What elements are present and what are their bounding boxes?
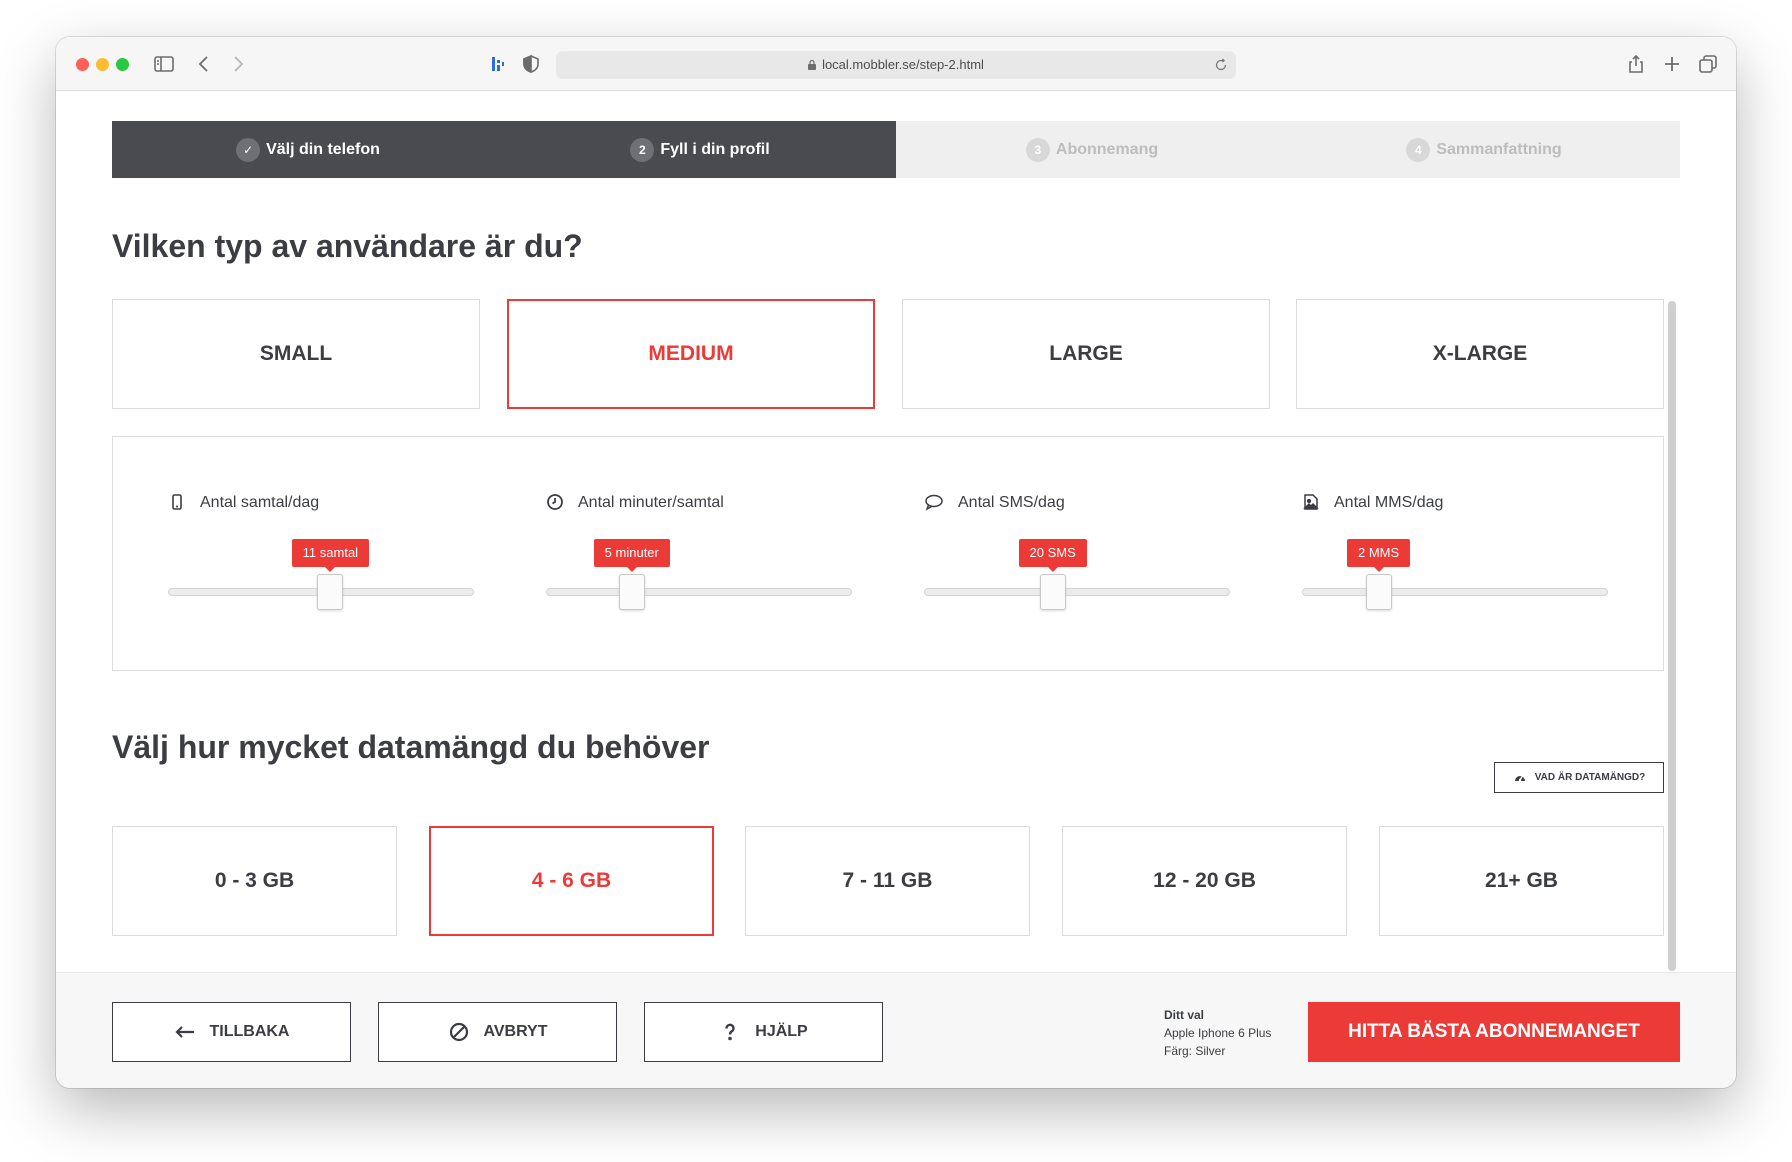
slider-minutes-value: 5 minuter xyxy=(593,539,670,572)
slider-sms-label: Antal SMS/dag xyxy=(924,493,1065,513)
what-is-data-button[interactable]: VAD ÄR DATAMÄNGD? xyxy=(1494,762,1664,793)
back-button[interactable]: TILLBAKA xyxy=(112,1002,351,1062)
slider-mms-track[interactable] xyxy=(1302,588,1608,596)
browser-window: local.mobbler.se/step-2.html ✓ Välj din … xyxy=(56,37,1736,1088)
step-2-label: Fyll i din profil xyxy=(660,140,770,158)
usage-sliders-panel: Antal samtal/dag 11 samtal Antal minuter… xyxy=(112,436,1664,671)
progress-stepper: ✓ Välj din telefon 2 Fyll i din profil 3… xyxy=(112,121,1680,178)
data-amount-heading: Välj hur mycket datamängd du behöver xyxy=(112,729,710,765)
sidebar-toggle-icon[interactable] xyxy=(152,52,176,76)
arrow-left-icon xyxy=(174,1021,196,1043)
clock-icon xyxy=(546,493,566,513)
url-text: local.mobbler.se/step-2.html xyxy=(822,57,984,72)
choice-phone: Apple Iphone 6 Plus xyxy=(1164,1026,1272,1040)
data-option-21-plus[interactable]: 21+ GB xyxy=(1379,826,1664,936)
step-3-number: 3 xyxy=(1025,137,1050,162)
new-tab-icon[interactable] xyxy=(1660,52,1684,76)
slider-calls: Antal samtal/dag 11 samtal xyxy=(168,437,478,670)
address-bar[interactable]: local.mobbler.se/step-2.html xyxy=(556,51,1236,79)
minimize-window-button[interactable] xyxy=(96,58,109,71)
forward-nav-icon[interactable] xyxy=(226,52,250,76)
choice-color: Färg: Silver xyxy=(1164,1044,1226,1058)
slider-minutes-label: Antal minuter/samtal xyxy=(546,493,724,513)
slider-mms: Antal MMS/dag 2 MMS xyxy=(1302,437,1612,670)
privacy-shield-icon[interactable] xyxy=(519,52,543,76)
slider-minutes-handle[interactable] xyxy=(618,574,645,610)
step-2-number: 2 xyxy=(630,137,655,162)
page-scrollbar[interactable] xyxy=(1668,301,1676,971)
cancel-circle-icon xyxy=(448,1021,470,1043)
step-3-label: Abonnemang xyxy=(1055,140,1159,158)
maximize-window-button[interactable] xyxy=(116,58,129,71)
user-type-medium[interactable]: MEDIUM xyxy=(507,299,875,409)
slider-mms-label: Antal MMS/dag xyxy=(1302,493,1443,513)
cancel-button[interactable]: AVBRYT xyxy=(378,1002,617,1062)
slider-sms-value: 20 SMS xyxy=(1018,539,1087,572)
close-window-button[interactable] xyxy=(76,58,89,71)
slider-minutes-track[interactable] xyxy=(546,588,852,596)
slider-sms-track[interactable] xyxy=(924,588,1230,596)
back-nav-icon[interactable] xyxy=(192,52,216,76)
slider-calls-value: 11 samtal xyxy=(291,539,370,572)
check-icon: ✓ xyxy=(236,137,261,162)
data-option-7-11[interactable]: 7 - 11 GB xyxy=(745,826,1030,936)
help-button[interactable]: HJÄLP xyxy=(644,1002,883,1062)
find-best-plan-button[interactable]: HITTA BÄSTA ABONNEMANGET xyxy=(1308,1002,1680,1062)
lock-icon xyxy=(808,60,817,70)
share-icon[interactable] xyxy=(1624,52,1648,76)
data-option-12-20[interactable]: 12 - 20 GB xyxy=(1062,826,1347,936)
slider-sms: Antal SMS/dag 20 SMS xyxy=(924,437,1234,670)
phone-icon xyxy=(168,493,188,513)
step-1-label: Välj din telefon xyxy=(266,140,380,158)
step-4: 4 Sammanfattning xyxy=(1288,121,1680,178)
tab-overview-icon[interactable] xyxy=(1696,52,1720,76)
image-icon xyxy=(1302,493,1322,513)
step-4-label: Sammanfattning xyxy=(1436,140,1562,158)
page-content: ✓ Välj din telefon 2 Fyll i din profil 3… xyxy=(56,91,1736,1088)
speech-bubble-icon xyxy=(924,493,946,513)
reload-icon[interactable] xyxy=(1214,58,1228,72)
footer-bar: TILLBAKA AVBRYT HJÄLP Ditt val Apple Iph… xyxy=(56,972,1736,1088)
data-option-0-3[interactable]: 0 - 3 GB xyxy=(112,826,397,936)
slider-calls-label: Antal samtal/dag xyxy=(168,493,319,513)
slider-calls-handle[interactable] xyxy=(317,574,344,610)
slider-mms-handle[interactable] xyxy=(1365,574,1392,610)
step-2[interactable]: 2 Fyll i din profil xyxy=(504,121,896,178)
slider-sms-handle[interactable] xyxy=(1039,574,1066,610)
speedometer-icon xyxy=(1514,775,1525,781)
step-4-number: 4 xyxy=(1406,137,1431,162)
browser-titlebar: local.mobbler.se/step-2.html xyxy=(56,37,1736,91)
question-mark-icon xyxy=(719,1021,741,1043)
user-type-small[interactable]: SMALL xyxy=(112,299,480,409)
extension-icon[interactable] xyxy=(486,52,510,76)
step-1[interactable]: ✓ Välj din telefon xyxy=(112,121,504,178)
slider-mms-value: 2 MMS xyxy=(1347,539,1411,572)
user-type-heading: Vilken typ av användare är du? xyxy=(112,228,583,264)
data-option-4-6[interactable]: 4 - 6 GB xyxy=(429,826,714,936)
user-type-x-large[interactable]: X-LARGE xyxy=(1296,299,1664,409)
slider-minutes: Antal minuter/samtal 5 minuter xyxy=(546,437,856,670)
step-3: 3 Abonnemang xyxy=(896,121,1288,178)
choice-title: Ditt val xyxy=(1164,1008,1205,1022)
your-choice-summary: Ditt val Apple Iphone 6 Plus Färg: Silve… xyxy=(1164,1006,1271,1060)
user-type-large[interactable]: LARGE xyxy=(902,299,1270,409)
